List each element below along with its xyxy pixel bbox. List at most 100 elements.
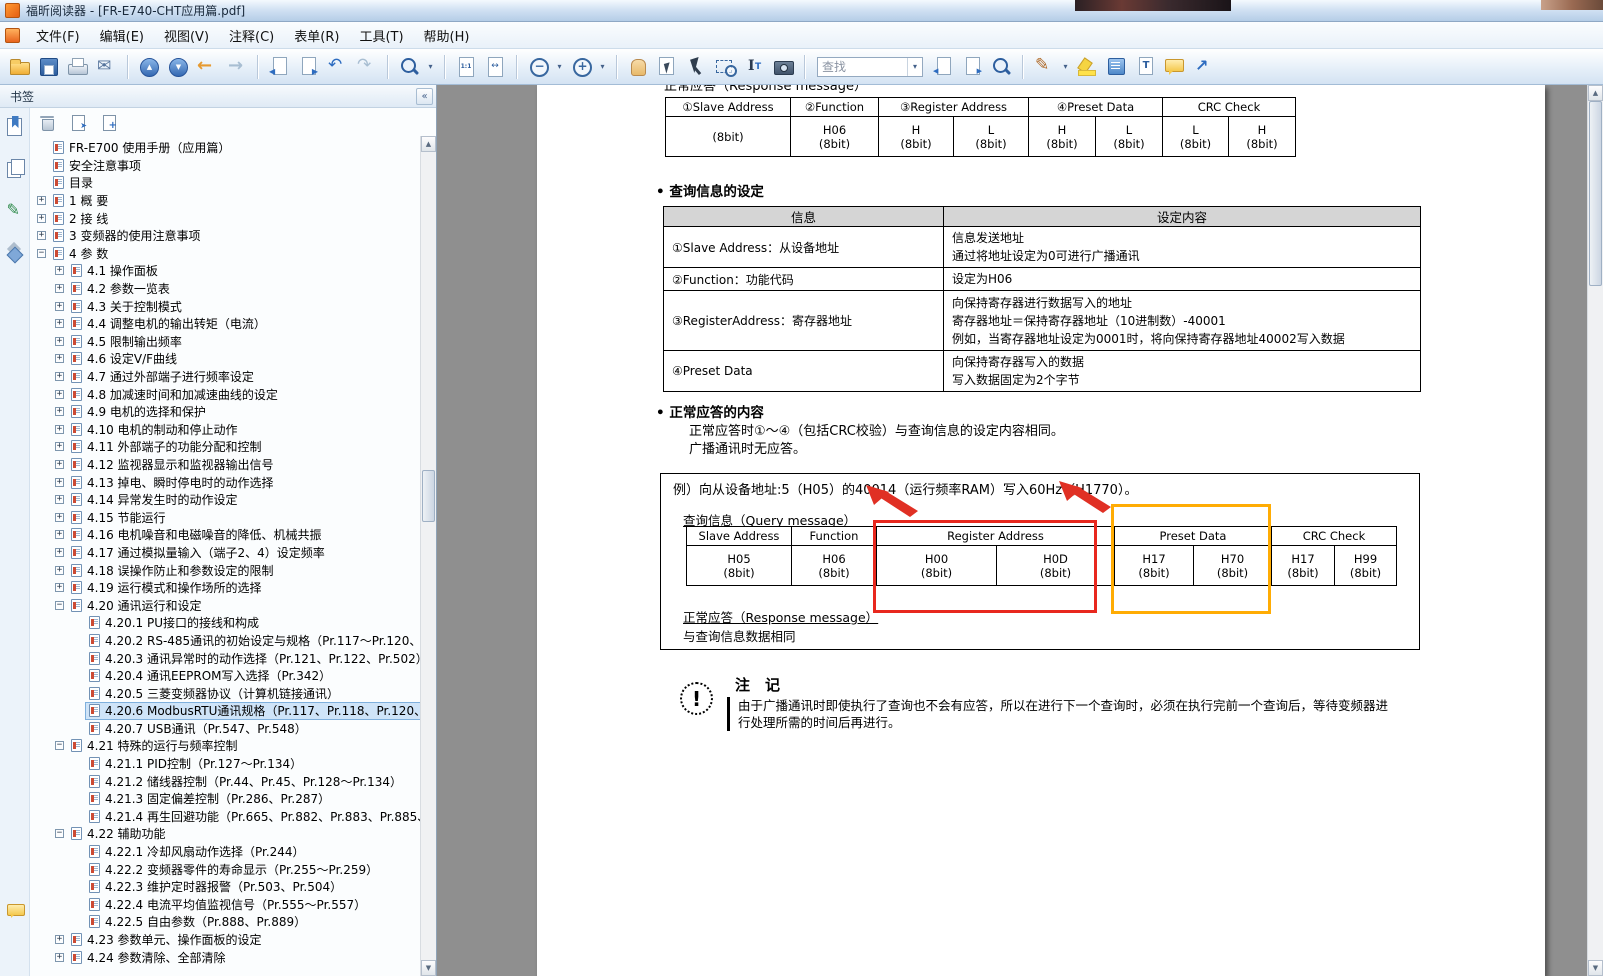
bookmark-item[interactable]: 4.20.4 通讯EEPROM写入选择（Pr.342）	[30, 667, 420, 685]
bookmark-item[interactable]: +4.1 操作面板	[30, 262, 420, 280]
bookmark-item[interactable]: +4.2 参数一览表	[30, 280, 420, 298]
bookmark-hit-area[interactable]: 4.21.4 再生回避功能（Pr.665、Pr.882、Pr.883、Pr.88…	[86, 808, 420, 824]
scroll-up-icon[interactable]: ▲	[421, 136, 436, 152]
expand-toggle-icon[interactable]: +	[55, 319, 64, 328]
redo-icon[interactable]	[353, 54, 379, 79]
main-scrollbar-thumb[interactable]	[1589, 101, 1602, 286]
marquee-icon[interactable]	[712, 54, 738, 79]
bookmark-hit-area[interactable]: 目录	[50, 175, 96, 191]
expand-toggle-icon[interactable]: +	[55, 372, 64, 381]
select-text-icon[interactable]	[741, 54, 767, 79]
expand-toggle-icon[interactable]: +	[55, 442, 64, 451]
hand-icon[interactable]	[625, 54, 651, 79]
bookmark-item[interactable]: +4.14 异常发生时的动作设定	[30, 491, 420, 509]
menu-item-0[interactable]: 文件(F)	[26, 22, 90, 49]
expand-toggle-icon[interactable]: +	[55, 583, 64, 592]
menu-item-3[interactable]: 注释(C)	[219, 22, 284, 49]
bookmark-item[interactable]: +4.6 设定V/F曲线	[30, 350, 420, 368]
expand-toggle-icon[interactable]: +	[37, 196, 46, 205]
expand-toggle-icon[interactable]: +	[55, 530, 64, 539]
share-icon[interactable]	[1190, 54, 1216, 79]
bookmark-hit-area[interactable]: 4.20 通讯运行和设定	[68, 597, 205, 613]
bookmark-item[interactable]: 安全注意事项	[30, 157, 420, 175]
search-next-icon[interactable]	[959, 54, 985, 79]
bookmark-hit-area[interactable]: 4.21.2 储线器控制（Pr.44、Pr.45、Pr.128～Pr.134）	[86, 773, 405, 789]
collapse-toggle-icon[interactable]: −	[55, 601, 64, 610]
bookmark-item[interactable]: +4.9 电机的选择和保护	[30, 403, 420, 421]
bookmark-item[interactable]: +4.19 运行模式和操作场所的选择	[30, 579, 420, 597]
bookmark-hit-area[interactable]: 4.17 通过模拟量输入（端子2、4）设定频率	[68, 544, 328, 560]
bookmark-hit-area[interactable]: 4.13 掉电、瞬时停电时的动作选择	[68, 474, 277, 490]
undo-icon[interactable]	[324, 54, 350, 79]
dropdown-caret-icon[interactable]: ▾	[597, 54, 608, 79]
bookmark-hit-area[interactable]: 4.22.3 维护定时器报警（Pr.503、Pr.504）	[86, 879, 345, 895]
bookmark-item[interactable]: 4.20.1 PU接口的接线和构成	[30, 614, 420, 632]
expand-toggle-icon[interactable]: +	[55, 513, 64, 522]
bookmark-hit-area[interactable]: 1 概 要	[50, 193, 111, 209]
collapse-toggle-icon[interactable]: −	[55, 741, 64, 750]
menu-item-4[interactable]: 表单(R)	[284, 22, 349, 49]
save-icon[interactable]	[35, 54, 61, 79]
bookmark-hit-area[interactable]: 4.22.4 电流平均值监视信号（Pr.555～Pr.557）	[86, 896, 369, 912]
dropdown-caret-icon[interactable]: ▾	[554, 54, 565, 79]
bookmark-hit-area[interactable]: 4.24 参数清除、全部清除	[68, 949, 229, 965]
bookmark-item[interactable]: +4.8 加减速时间和加减速曲线的设定	[30, 385, 420, 403]
back-icon[interactable]	[194, 54, 220, 79]
bookmark-hit-area[interactable]: 4.20.2 RS-485通讯的初始设定与规格（Pr.117～Pr.120、P	[86, 632, 420, 648]
bookmark-hit-area[interactable]: 4.4 调整电机的输出转矩（电流）	[68, 316, 269, 332]
expand-toggle-icon[interactable]: +	[55, 302, 64, 311]
expand-bookmarks-icon[interactable]	[100, 113, 118, 131]
expand-toggle-icon[interactable]: +	[55, 337, 64, 346]
bookmark-hit-area[interactable]: 安全注意事项	[50, 157, 144, 173]
expand-toggle-icon[interactable]: +	[55, 478, 64, 487]
bookmark-item[interactable]: 4.21.4 再生回避功能（Pr.665、Pr.882、Pr.883、Pr.88…	[30, 808, 420, 826]
delete-bookmark-icon[interactable]	[38, 113, 56, 131]
bookmark-hit-area[interactable]: 4.20.7 USB通讯（Pr.547、Pr.548）	[86, 720, 310, 736]
bookmark-hit-area[interactable]: 4.6 设定V/F曲线	[68, 351, 180, 367]
comment-icon[interactable]	[1161, 54, 1187, 79]
select-arrow-icon[interactable]	[683, 54, 709, 79]
bookmark-item[interactable]: +1 概 要	[30, 192, 420, 210]
document-icon[interactable]	[5, 28, 20, 43]
bookmark-item[interactable]: 目录	[30, 174, 420, 192]
signature-panel-icon[interactable]	[5, 200, 25, 220]
bookmark-hit-area[interactable]: 4.11 外部端子的功能分配和控制	[68, 439, 265, 455]
bookmark-hit-area[interactable]: 4.10 电机的制动和停止动作	[68, 421, 241, 437]
pen-icon[interactable]	[1031, 54, 1057, 79]
document-view[interactable]: 正常应答（Response message） ①Slave Address②Fu…	[437, 85, 1603, 976]
bookmark-hit-area[interactable]: 4.22.2 变频器零件的寿命显示（Pr.255～Pr.259）	[86, 861, 381, 877]
scroll-down-icon[interactable]: ▼	[1588, 960, 1603, 976]
bookmark-hit-area[interactable]: 4.22.5 自由参数（Pr.888、Pr.889）	[86, 914, 309, 930]
bookmark-hit-area[interactable]: 4.3 关于控制模式	[68, 298, 185, 314]
bookmark-item[interactable]: 4.21.1 PID控制（Pr.127～Pr.134）	[30, 755, 420, 773]
expand-toggle-icon[interactable]: +	[55, 425, 64, 434]
find-dropdown-icon[interactable]: ▾	[907, 58, 922, 76]
search-prev-icon[interactable]	[930, 54, 956, 79]
sidebar-scrollbar[interactable]: ▲ ▼	[420, 136, 436, 976]
title-bar[interactable]: 福昕阅读器 - [FR-E740-CHT应用篇.pdf]	[0, 0, 1603, 22]
expand-toggle-icon[interactable]: +	[37, 214, 46, 223]
bookmark-item[interactable]: +4.15 节能运行	[30, 508, 420, 526]
bookmark-hit-area[interactable]: 4.20.4 通讯EEPROM写入选择（Pr.342）	[86, 668, 334, 684]
bookmark-hit-area[interactable]: 4.22 辅助功能	[68, 826, 169, 842]
bookmark-item[interactable]: +4.7 通过外部端子进行频率设定	[30, 368, 420, 386]
fit-page-icon[interactable]	[482, 54, 508, 79]
highlight-icon[interactable]	[1074, 54, 1100, 79]
collapse-panel-button[interactable]: «	[416, 88, 433, 105]
bookmark-hit-area[interactable]: 4.20.3 通讯异常时的动作选择（Pr.121、Pr.122、Pr.502）	[86, 650, 420, 666]
bookmark-item[interactable]: FR-E700 使用手册（应用篇）	[30, 139, 420, 157]
print-icon[interactable]	[64, 54, 90, 79]
bookmark-item[interactable]: +4.5 限制输出频率	[30, 333, 420, 351]
main-scrollbar[interactable]: ▲ ▼	[1587, 85, 1603, 976]
comments-panel-icon[interactable]	[5, 900, 25, 920]
bookmark-item[interactable]: 4.20.3 通讯异常时的动作选择（Pr.121、Pr.122、Pr.502）	[30, 649, 420, 667]
bookmark-item[interactable]: 4.20.2 RS-485通讯的初始设定与规格（Pr.117～Pr.120、P	[30, 632, 420, 650]
bookmark-item[interactable]: 4.21.3 固定偏差控制（Pr.286、Pr.287）	[30, 790, 420, 808]
bookmark-item[interactable]: 4.22.4 电流平均值监视信号（Pr.555～Pr.557）	[30, 896, 420, 914]
bookmark-item[interactable]: +4.4 调整电机的输出转矩（电流）	[30, 315, 420, 333]
bookmark-hit-area[interactable]: 4 参 数	[50, 245, 111, 261]
bookmark-item[interactable]: +4.24 参数清除、全部清除	[30, 948, 420, 966]
bookmark-item[interactable]: −4.21 特殊的运行与频率控制	[30, 737, 420, 755]
bookmark-item[interactable]: 4.20.5 三菱变频器协议（计算机链接通讯）	[30, 684, 420, 702]
open-icon[interactable]	[6, 54, 32, 79]
